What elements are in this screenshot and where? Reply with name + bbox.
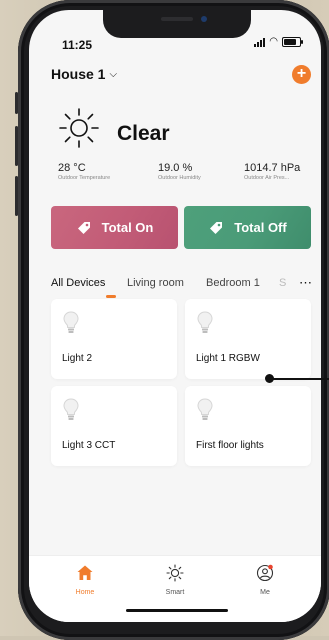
outdoor-temperature: 28 °C Outdoor Temperature — [58, 162, 110, 181]
annotation-line — [269, 378, 329, 380]
volume-up-button — [15, 126, 18, 166]
home-name: House 1 — [51, 66, 106, 82]
profile-icon — [256, 564, 274, 582]
app-screen: 11:25 ◠ House 1 ⌵ + Clear 28 °C Outdoor … — [29, 10, 321, 622]
total-off-button[interactable]: Total Off — [184, 206, 311, 249]
device-card-light-1-rgbw[interactable]: Light 1 RGBW — [185, 299, 311, 379]
device-name: Light 2 — [62, 353, 93, 364]
tab-smart-label: Smart — [165, 589, 185, 596]
volume-down-button — [15, 176, 18, 216]
mute-switch — [15, 92, 18, 114]
home-icon — [77, 565, 93, 580]
tab-living-room[interactable]: Living room — [127, 277, 184, 289]
sun-icon — [59, 108, 99, 148]
light-bulb-icon — [197, 398, 213, 420]
stat-label: Outdoor Temperature — [58, 175, 111, 181]
speaker — [161, 17, 193, 21]
signal-icon — [254, 37, 266, 47]
outdoor-humidity: 19.0 % Outdoor Humidity — [158, 162, 201, 181]
tab-bedroom-1[interactable]: Bedroom 1 — [206, 277, 260, 289]
light-bulb-icon — [197, 311, 213, 333]
device-name: Light 1 RGBW — [196, 353, 260, 364]
tab-me-label: Me — [260, 589, 270, 596]
total-off-label: Total Off — [234, 220, 287, 235]
battery-icon — [282, 37, 303, 47]
tab-s[interactable]: S — [279, 277, 286, 289]
chevron-down-icon: ⌵ — [109, 68, 118, 80]
sun-icon — [166, 564, 184, 582]
front-camera — [201, 16, 207, 22]
light-bulb-icon — [63, 398, 79, 420]
status-time: 11:25 — [62, 38, 93, 52]
tab-home[interactable]: Home — [55, 564, 115, 596]
tag-icon — [210, 221, 223, 234]
battery-level — [284, 39, 296, 45]
wifi-icon: ◠ — [269, 36, 278, 47]
total-on-label: Total On — [101, 220, 154, 235]
stat-value: 28 °C — [58, 162, 86, 174]
plus-icon: + — [296, 65, 307, 82]
stat-value: 19.0 % — [158, 162, 193, 174]
device-card-light-2[interactable]: Light 2 — [51, 299, 177, 379]
notch — [103, 10, 251, 38]
tab-all-devices[interactable]: All Devices — [51, 277, 105, 289]
light-bulb-icon — [63, 311, 79, 333]
home-selector[interactable]: House 1 ⌵ — [51, 66, 117, 82]
add-button[interactable]: + — [292, 65, 311, 84]
tab-me[interactable]: Me — [235, 564, 295, 596]
device-card-first-floor-lights[interactable]: First floor lights — [185, 386, 311, 466]
device-name: First floor lights — [196, 440, 264, 451]
annotation-dot — [265, 374, 274, 383]
total-on-button[interactable]: Total On — [51, 206, 178, 249]
tag-icon — [77, 221, 90, 234]
home-indicator — [126, 609, 228, 612]
tab-smart[interactable]: Smart — [145, 564, 205, 596]
status-icons: ◠ — [254, 36, 303, 47]
stat-label: Outdoor Humidity — [158, 175, 201, 181]
active-tab-indicator — [106, 295, 116, 298]
outdoor-air-pressure: 1014.7 hPa Outdoor Air Pres... — [244, 162, 300, 181]
device-name: Light 3 CCT — [62, 440, 116, 451]
device-card-light-3-cct[interactable]: Light 3 CCT — [51, 386, 177, 466]
stat-value: 1014.7 hPa — [244, 162, 301, 174]
tab-home-label: Home — [75, 589, 95, 596]
weather-condition: Clear — [117, 122, 170, 145]
room-tabs: All Devices Living room Bedroom 1 S ⋯ — [51, 275, 313, 301]
stat-label: Outdoor Air Pres... — [244, 175, 290, 181]
more-icon[interactable]: ⋯ — [299, 275, 313, 291]
